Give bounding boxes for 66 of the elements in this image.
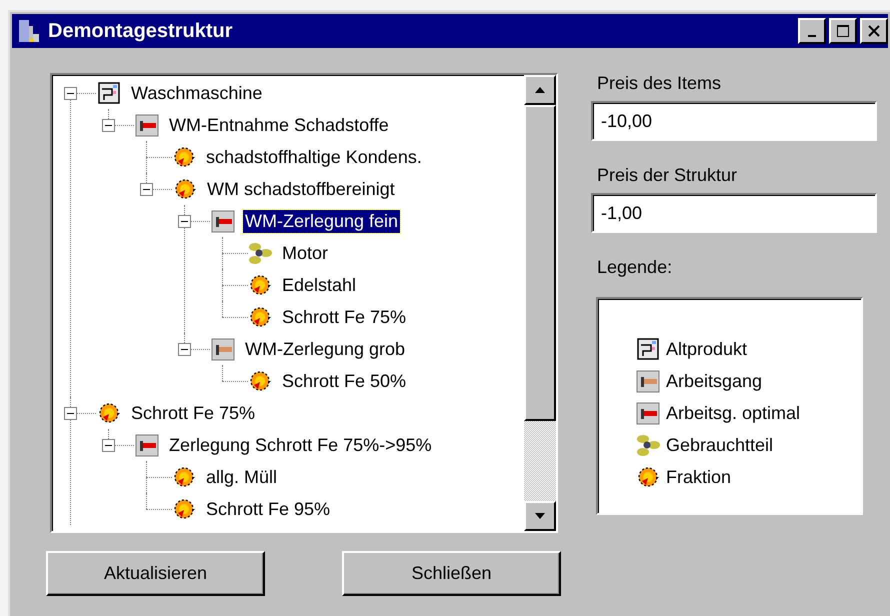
scroll-down-button[interactable] — [524, 501, 556, 531]
scroll-up-button[interactable] — [524, 75, 556, 105]
machine-icon — [97, 81, 121, 105]
tool-tile-icon — [636, 369, 660, 393]
minimize-icon — [808, 35, 816, 37]
legend-label: Gebrauchtteil — [666, 434, 774, 456]
tree-item[interactable]: Schrott Fe 50% — [280, 370, 408, 392]
tree-item[interactable]: Edelstahl — [280, 274, 358, 296]
propeller-icon — [636, 433, 660, 457]
scroll-thumb[interactable] — [524, 105, 556, 421]
legend-title: Legende: — [597, 257, 674, 278]
collapse-toggle[interactable] — [102, 438, 115, 452]
tree-item[interactable]: WM-Zerlegung fein — [243, 210, 400, 232]
cog-icon — [97, 401, 121, 425]
cog-icon — [172, 497, 196, 521]
collapse-toggle[interactable] — [64, 86, 77, 100]
cog-icon — [173, 177, 197, 201]
price-field[interactable]: -10,00 — [591, 101, 877, 141]
close-button[interactable] — [860, 18, 888, 44]
field-label: Preis des Items — [597, 73, 722, 94]
tree-item[interactable]: Zerlegung Schrott Fe 75%->95% — [167, 434, 434, 456]
cog-icon — [248, 369, 272, 393]
cog-icon — [248, 273, 272, 297]
close-dialog-button[interactable]: Schließen — [342, 551, 561, 596]
tree-item[interactable]: schadstoffhaltige Kondens. — [204, 146, 424, 168]
tree-item[interactable]: Motor — [280, 242, 330, 264]
scrollbar[interactable] — [524, 75, 556, 531]
tool-tile-icon — [135, 433, 159, 457]
tool-tile-icon — [211, 337, 235, 361]
legend-label: Fraktion — [666, 466, 732, 488]
tool-tile-icon — [135, 113, 159, 137]
building-icon — [16, 18, 42, 44]
maximize-icon — [836, 24, 850, 38]
window-title: Demontagestruktur — [48, 20, 234, 42]
cog-icon — [248, 305, 272, 329]
down-arrow-icon — [534, 512, 546, 520]
machine-icon — [636, 337, 660, 361]
tree-item[interactable]: Schrott Fe 75% — [280, 306, 408, 328]
tool-tile-icon — [636, 401, 660, 425]
minimize-button[interactable] — [798, 18, 826, 44]
propeller-icon — [248, 241, 272, 265]
tool-tile-icon — [211, 209, 235, 233]
tree-item[interactable]: WM-Entnahme Schadstoffe — [167, 114, 391, 136]
price-field[interactable]: -1,00 — [591, 193, 877, 233]
legend-label: Altprodukt — [666, 338, 748, 360]
cog-icon — [172, 145, 196, 169]
refresh-button[interactable]: Aktualisieren — [46, 551, 265, 596]
collapse-toggle[interactable] — [64, 406, 77, 420]
tree-item[interactable]: Schrott Fe 95% — [204, 498, 332, 520]
cog-icon — [172, 465, 196, 489]
close-icon — [867, 24, 881, 38]
legend-label: Arbeitsg. optimal — [666, 402, 800, 424]
tree-item[interactable]: WM schadstoffbereinigt — [205, 178, 397, 200]
tree-item[interactable]: Schrott Fe 75% — [129, 402, 258, 424]
collapse-toggle[interactable] — [140, 182, 153, 196]
field-label: Preis der Struktur — [597, 165, 738, 186]
tree-item[interactable]: Waschmaschine — [129, 82, 264, 104]
cog-icon — [636, 465, 660, 489]
tree-item[interactable]: allg. Müll — [204, 466, 280, 488]
legend-label: Arbeitsgang — [666, 370, 762, 392]
maximize-button[interactable] — [829, 18, 857, 44]
collapse-toggle[interactable] — [102, 118, 115, 132]
up-arrow-icon — [534, 86, 546, 94]
collapse-toggle[interactable] — [178, 342, 191, 356]
tree-item[interactable]: WM-Zerlegung grob — [243, 338, 408, 360]
collapse-toggle[interactable] — [178, 214, 191, 228]
